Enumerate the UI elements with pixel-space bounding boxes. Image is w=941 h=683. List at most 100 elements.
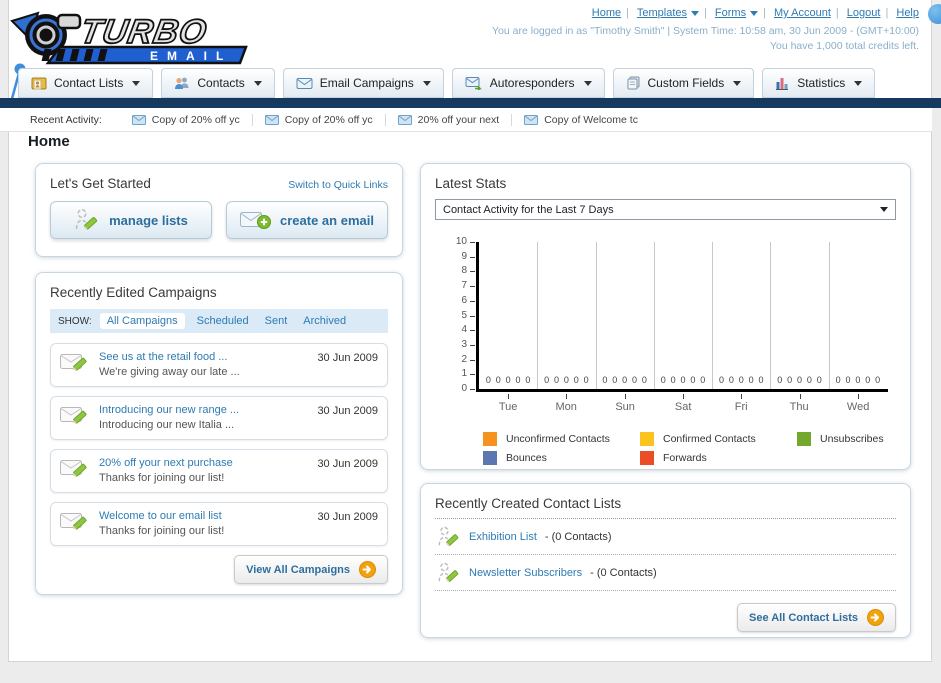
- legend-item: Forwards: [640, 451, 797, 465]
- chevron-down-icon: [733, 80, 742, 86]
- x-tick-mark: [508, 394, 509, 399]
- create-email-label: create an email: [280, 212, 374, 228]
- help-bubble-icon[interactable]: [928, 4, 941, 24]
- view-all-campaigns-button[interactable]: View All Campaigns: [234, 555, 388, 584]
- campaign-link[interactable]: 20% off your next purchase: [99, 457, 233, 469]
- tab-label: Contacts: [197, 76, 245, 90]
- nav-link-my-account[interactable]: My Account: [774, 7, 831, 19]
- legend-item: Unsubscribes: [797, 432, 941, 446]
- campaign-row[interactable]: See us at the retail food ... We're givi…: [50, 343, 388, 387]
- campaign-link[interactable]: See us at the retail food ...: [99, 351, 227, 363]
- nav-link-logout[interactable]: Logout: [847, 7, 881, 19]
- manage-lists-label: manage lists: [109, 212, 188, 228]
- nav-link-forms[interactable]: Forms: [715, 7, 759, 19]
- data-value-label: 0: [806, 375, 812, 385]
- campaign-row[interactable]: Welcome to our email list Thanks for joi…: [50, 502, 388, 546]
- contact-list-item[interactable]: Exhibition List - (0 Contacts): [435, 519, 896, 555]
- data-value-label: 0: [835, 375, 841, 385]
- stats-chart: 0 1 2 3 4 5 6 7 8 9 10 000000000000000000000000000…: [445, 236, 895, 422]
- y-tick-label: 3: [461, 338, 467, 350]
- campaign-rows: See us at the retail food ... We're givi…: [50, 343, 388, 546]
- contact-list-link[interactable]: Exhibition List: [469, 531, 537, 543]
- data-value-labels: 00000: [772, 375, 826, 385]
- data-value-label: 0: [495, 375, 501, 385]
- tab-label: Custom Fields: [647, 76, 725, 90]
- get-started-title: Let's Get Started: [50, 176, 151, 191]
- nav-link-templates[interactable]: Templates: [637, 7, 699, 19]
- data-value-label: 0: [554, 375, 560, 385]
- x-tick-label: Sat: [674, 401, 692, 413]
- data-value-label: 0: [845, 375, 851, 385]
- contact-list-item[interactable]: Newsletter Subscribers - (0 Contacts): [435, 555, 896, 591]
- tab-custom-fields[interactable]: Custom Fields: [612, 68, 755, 98]
- chart-day-group: 00000: [537, 242, 595, 389]
- recent-activity-item[interactable]: Copy of Welcome tc: [512, 114, 650, 126]
- see-all-contact-lists-button[interactable]: See All Contact Lists: [736, 603, 896, 632]
- contact-lists-title: Recently Created Contact Lists: [435, 496, 622, 511]
- switch-quick-links[interactable]: Switch to Quick Links: [288, 179, 388, 191]
- tab-label: Statistics: [797, 76, 846, 90]
- statistics-icon: [776, 78, 789, 90]
- nav-separator: |: [626, 7, 629, 19]
- person-pencil-icon: [438, 562, 459, 582]
- x-tick-mark: [625, 394, 626, 399]
- tab-autoresponders[interactable]: Autoresponders: [451, 68, 605, 98]
- legend-label: Forwards: [663, 452, 707, 464]
- logo-subtitle-text: EMAIL: [150, 49, 232, 63]
- y-tick-mark: [470, 359, 475, 361]
- campaign-subject: Introducing our new Italia ...: [99, 419, 235, 431]
- filter-scheduled[interactable]: Scheduled: [197, 315, 249, 327]
- x-tick-mark: [683, 394, 684, 399]
- campaign-row[interactable]: Introducing our new range ... Introducin…: [50, 396, 388, 440]
- campaign-subject: Thanks for joining our list!: [99, 525, 225, 537]
- manage-lists-button[interactable]: manage lists: [50, 201, 212, 239]
- create-email-button[interactable]: create an email: [226, 201, 388, 239]
- tab-label: Contact Lists: [54, 76, 124, 90]
- y-tick-mark: [470, 330, 475, 332]
- contacts-icon: [175, 77, 189, 89]
- tab-contacts[interactable]: Contacts: [161, 68, 275, 98]
- data-value-label: 0: [816, 375, 822, 385]
- person-pencil-icon: [75, 208, 98, 230]
- campaign-date: 30 Jun 2009: [317, 405, 378, 417]
- data-value-label: 0: [660, 375, 666, 385]
- campaigns-panel: Recently Edited Campaigns SHOW: All Camp…: [35, 272, 403, 595]
- tab-email-campaigns[interactable]: Email Campaigns: [282, 68, 444, 98]
- filter-archived[interactable]: Archived: [303, 315, 346, 327]
- stats-period-select[interactable]: Contact Activity for the Last 7 Days: [435, 199, 896, 220]
- show-label: SHOW:: [58, 315, 92, 327]
- data-value-label: 0: [515, 375, 521, 385]
- data-value-labels: 00000: [598, 375, 652, 385]
- data-value-label: 0: [573, 375, 579, 385]
- app-root: TURBO EMAIL Home | Templates | Forms | My A…: [0, 0, 941, 683]
- filter-sent[interactable]: Sent: [265, 315, 288, 327]
- envelope-pencil-icon: [60, 407, 87, 424]
- tab-contact-lists[interactable]: Contact Lists: [18, 68, 154, 98]
- recent-activity-label: Recent Activity:: [30, 113, 102, 126]
- filter-all-campaigns[interactable]: All Campaigns: [99, 313, 185, 329]
- contact-list-link[interactable]: Newsletter Subscribers: [469, 567, 582, 579]
- campaign-link[interactable]: Introducing our new range ...: [99, 404, 239, 416]
- tab-statistics[interactable]: Statistics: [762, 68, 876, 98]
- recent-activity-item[interactable]: 20% off your next: [386, 113, 513, 126]
- y-tick-mark: [470, 286, 475, 288]
- recent-activity-item[interactable]: Copy of 20% off yc: [253, 113, 386, 126]
- envelope-plus-icon: [240, 211, 272, 229]
- stats-period-value: Contact Activity for the Last 7 Days: [443, 203, 614, 216]
- nav-link-home[interactable]: Home: [592, 7, 621, 19]
- data-value-label: 0: [728, 375, 734, 385]
- legend-label: Unsubscribes: [820, 433, 884, 445]
- campaign-link[interactable]: Welcome to our email list: [99, 510, 222, 522]
- legend-item: Confirmed Contacts: [640, 432, 797, 446]
- campaign-row[interactable]: 20% off your next purchase Thanks for jo…: [50, 449, 388, 493]
- chart-day-group: 00000: [829, 242, 887, 389]
- nav-separator: |: [835, 7, 839, 19]
- x-tick-label: Fri: [734, 401, 748, 413]
- data-value-label: 0: [622, 375, 628, 385]
- recent-activity-item[interactable]: Copy of 20% off yc: [120, 113, 253, 126]
- y-tick-mark: [470, 256, 475, 258]
- data-value-labels: 00000: [481, 375, 535, 385]
- login-status: You are logged in as "Timothy Smith" | S…: [492, 25, 919, 37]
- nav-link-help[interactable]: Help: [896, 7, 919, 19]
- y-tick-mark: [470, 374, 475, 376]
